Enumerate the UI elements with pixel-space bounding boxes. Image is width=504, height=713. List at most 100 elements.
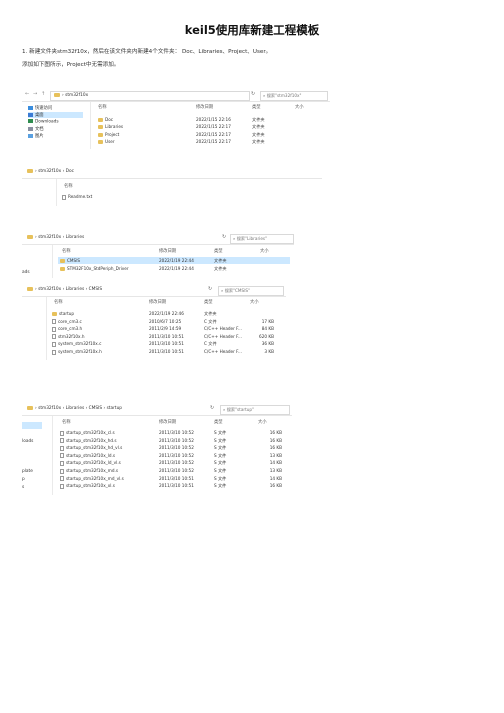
column-header-size[interactable]: 大小 [250,299,259,305]
file-row[interactable]: startup_stm32f10x_xl.s 2011/3/10 10:51 S 文… [58,482,284,489]
file-name: Libraries [98,123,123,130]
instruction-text: 1. 新建文件夹stm32f10x，然后在该文件夹内新建4个文件夹： Doc、L… [22,49,272,55]
search-input[interactable]: ⌕ 搜索"Libraries" [230,234,294,244]
folder-icon [27,234,33,239]
column-header-date[interactable]: 修改日期 [159,419,176,425]
file-date: 2011/3/10 10:52 [159,460,194,466]
file-row[interactable]: startup_stm32f10x_ld.s 2011/3/10 10:52 S 文… [58,452,284,459]
file-row[interactable]: stm32f10x.h 2011/3/10 10:51 C/C++ Header F… [50,333,276,340]
document-icon [52,326,56,332]
file-type: S 文件 [214,437,227,443]
file-size: 14 KB [269,460,282,466]
file-row[interactable]: system_stm32f10x.h 2011/3/10 10:51 C/C++ H… [50,348,276,355]
explorer-window-root: ← → ↑ › stm32f10x ↻ ⌕ 搜索"stm32f10x" 快速访问… [22,89,330,149]
file-row[interactable]: startup_stm32f10x_ld_vl.s 2011/3/10 10:52… [58,459,284,466]
search-input[interactable]: ⌕ 搜索"CMSIS" [218,286,284,296]
file-row[interactable]: Libraries 2022/1/15 22:17 文件夹 [96,123,324,130]
address-path[interactable]: › stm32f10x › Libraries [24,234,227,242]
file-row[interactable]: startup 2022/1/19 22:46 文件夹 [50,310,276,317]
document-icon [52,349,56,355]
file-row[interactable]: core_cm3.h 2011/2/9 14:59 C/C++ Header F..… [50,325,276,332]
sidebar-item-fragment[interactable]: plate [22,469,33,474]
list-item[interactable]: Readme.txt [62,193,102,200]
sidebar-item-desktop[interactable]: 桌面 [28,112,83,118]
sidebar-item-fragment[interactable]: s [22,485,24,490]
document-icon [62,194,66,200]
file-row[interactable]: startup_stm32f10x_hd.s 2011/3/10 10:52 S 文… [58,437,284,444]
document-icon [52,319,56,325]
forward-arrow-icon[interactable]: → [33,91,37,97]
file-row[interactable]: User 2022/1/15 22:17 文件夹 [96,138,324,145]
document-icon [60,468,64,474]
file-row[interactable]: CMSIS 2022/1/19 22:44 文件夹 [58,257,290,264]
column-header-type[interactable]: 类型 [204,299,213,305]
file-type: 文件夹 [252,117,265,122]
file-date: 2022/1/15 22:17 [196,131,231,137]
sidebar-item-fragment[interactable]: loads [22,439,33,444]
address-path[interactable]: › stm32f10x › Libraries › CMSIS [24,286,207,294]
search-icon: ⌕ [263,93,266,98]
file-row[interactable]: startup_stm32f10x_md.s 2011/3/10 10:52 S 文… [58,467,284,474]
column-header-date[interactable]: 修改日期 [196,104,213,110]
file-row[interactable]: startup_stm32f10x_md_vl.s 2011/3/10 10:51… [58,475,284,482]
refresh-icon[interactable]: ↻ [251,91,255,97]
file-name: CMSIS [60,257,80,264]
column-header-type[interactable]: 类型 [252,104,261,110]
column-header-name[interactable]: 名称 [64,183,73,189]
document-icon [60,453,64,459]
folder-icon [98,118,103,122]
file-name: startup_stm32f10x_md_vl.s [60,475,124,482]
folder-icon [27,168,33,173]
file-row[interactable]: startup_stm32f10x_cl.s 2011/3/10 10:52 S 文… [58,429,284,436]
explorer-window-libraries: › stm32f10x › Libraries ↻ ⌕ 搜索"Libraries… [22,232,294,278]
file-name: startup_stm32f10x_cl.s [60,429,115,436]
sidebar-item-pictures[interactable]: 图片 [28,133,44,139]
file-type: S 文件 [214,468,227,473]
folder-icon [52,312,57,316]
file-name: core_cm3.c [52,318,82,325]
file-size: 13 KB [269,468,282,473]
sidebar-item-documents[interactable]: 文档 [28,126,44,132]
column-header-size[interactable]: 大小 [260,248,269,254]
address-bar: › stm32f10x › Doc [22,166,322,179]
file-type: S 文件 [214,460,227,466]
column-header-name[interactable]: 名称 [98,104,107,110]
file-row[interactable]: startup_stm32f10x_hd_vl.s 2011/3/10 10:52… [58,444,284,451]
column-header-type[interactable]: 类型 [214,419,223,425]
address-path[interactable]: › stm32f10x [50,91,250,101]
search-input[interactable]: ⌕ 搜索"startup" [220,405,290,415]
refresh-icon[interactable]: ↻ [208,286,212,292]
file-row[interactable]: core_cm3.c 2010/6/7 10:25 C 文件 17 KB [50,318,276,325]
address-path[interactable]: › stm32f10x › Doc [24,168,227,176]
sidebar-item-selected[interactable] [22,422,42,429]
file-row[interactable]: Project 2022/1/15 22:17 文件夹 [96,131,324,138]
file-size: 620 KB [259,333,274,339]
column-header-name[interactable]: 名称 [62,248,71,254]
column-header-size[interactable]: 大小 [258,419,267,425]
file-row[interactable]: Doc 2022/1/15 22:16 文件夹 [96,116,324,123]
sidebar-item-downloads[interactable]: Downloads [28,119,59,125]
file-size: 16 KB [269,445,282,451]
column-header-size[interactable]: 大小 [295,104,304,110]
column-header-date[interactable]: 修改日期 [159,248,176,254]
column-header-type[interactable]: 类型 [214,248,223,254]
address-path[interactable]: › stm32f10x › Libraries › CMSIS › startu… [24,405,207,413]
file-row[interactable]: STM32F10x_StdPeriph_Driver 2022/1/19 22:4… [58,265,290,272]
sidebar-item-quick-access[interactable]: 快速访问 [28,105,52,111]
sidebar-item-fragment[interactable]: ads [22,270,30,275]
file-type: C 文件 [204,341,217,347]
refresh-icon[interactable]: ↻ [222,234,226,240]
up-arrow-icon[interactable]: ↑ [41,91,45,97]
column-header-name[interactable]: 名称 [54,299,63,305]
file-date: 2011/3/10 10:52 [159,445,194,451]
file-row[interactable]: system_stm32f10x.c 2011/3/10 10:51 C 文件 36 … [50,340,276,347]
column-header-date[interactable]: 修改日期 [149,299,166,305]
refresh-icon[interactable]: ↻ [210,405,214,411]
document-icon [52,334,56,340]
back-arrow-icon[interactable]: ← [25,91,29,97]
file-type: S 文件 [214,430,227,435]
sidebar-item-fragment[interactable]: p [22,477,25,482]
file-date: 2011/2/9 14:59 [149,326,182,332]
search-input[interactable]: ⌕ 搜索"stm32f10x" [260,91,328,101]
column-header-name[interactable]: 名称 [62,419,71,425]
